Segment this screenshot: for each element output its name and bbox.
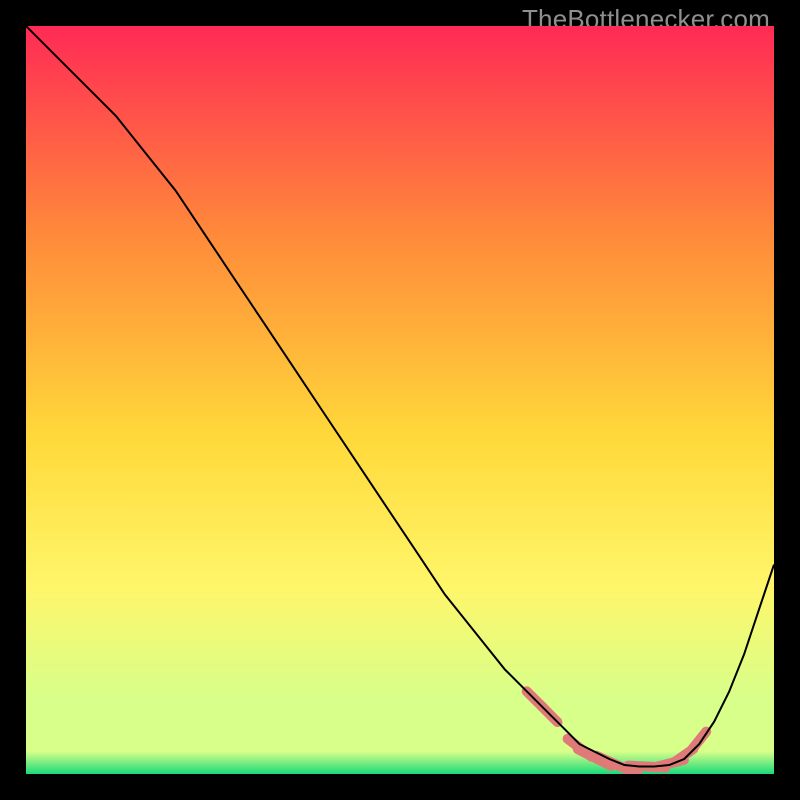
bottleneck-chart (26, 26, 774, 774)
plot-frame (26, 26, 774, 774)
gradient-bg (26, 26, 774, 774)
